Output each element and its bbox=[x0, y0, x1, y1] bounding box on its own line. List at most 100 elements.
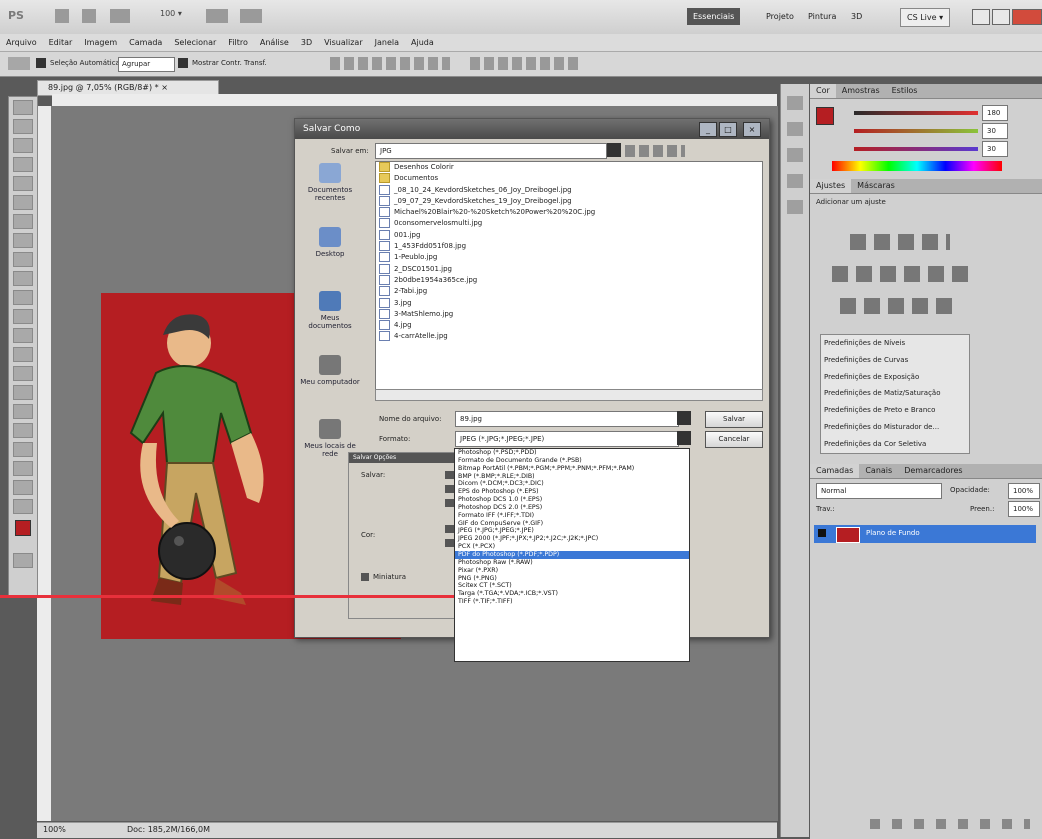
workspace-design[interactable]: Projeto bbox=[760, 8, 800, 25]
healing-brush-tool-icon[interactable] bbox=[13, 214, 33, 229]
cs-live-button[interactable]: CS Live ▾ bbox=[900, 8, 951, 27]
format-option[interactable]: Pixar (*.PXR) bbox=[455, 567, 689, 575]
filename-input[interactable]: 89.jpg bbox=[455, 411, 679, 427]
transform-controls-checkbox[interactable] bbox=[178, 58, 188, 68]
tab-paths[interactable]: Demarcadores bbox=[898, 464, 968, 478]
actions-panel-icon[interactable] bbox=[787, 122, 803, 136]
tab-layers[interactable]: Camadas bbox=[810, 464, 860, 478]
cancel-button[interactable]: Cancelar bbox=[705, 431, 763, 448]
restore-icon[interactable] bbox=[992, 9, 1010, 25]
shape-tool-icon[interactable] bbox=[13, 423, 33, 438]
adjustment-icons-row2[interactable] bbox=[832, 266, 972, 282]
blend-mode-dropdown[interactable]: Normal bbox=[816, 483, 942, 499]
hand-tool-icon[interactable] bbox=[13, 480, 33, 495]
save-in-dropdown[interactable]: JPG bbox=[375, 143, 607, 159]
close-app-icon[interactable] bbox=[1012, 9, 1042, 25]
thumbnail-checkbox[interactable] bbox=[361, 573, 369, 581]
file-row[interactable]: 1-Peublo.jpg bbox=[376, 252, 762, 263]
visibility-eye-icon[interactable] bbox=[818, 529, 826, 537]
file-row[interactable]: 3.jpg bbox=[376, 297, 762, 309]
format-option[interactable]: Photoshop DCS 2.0 (*.EPS) bbox=[455, 504, 689, 512]
clone-stamp-tool-icon[interactable] bbox=[13, 252, 33, 267]
history-panel-icon[interactable] bbox=[787, 96, 803, 110]
file-row[interactable]: 3-MatShlemo.jpg bbox=[376, 308, 762, 320]
layers-panel-footer-icons[interactable] bbox=[870, 819, 1030, 829]
crop-tool-icon[interactable] bbox=[13, 176, 33, 191]
workspace-3d[interactable]: 3D bbox=[845, 8, 868, 25]
screen-mode-icon[interactable] bbox=[240, 9, 262, 23]
minimize-icon[interactable] bbox=[972, 9, 990, 25]
file-row[interactable]: 2b0dbe1954a365ce.jpg bbox=[376, 274, 762, 286]
file-row[interactable]: 0consomervelosmulti.jpg bbox=[376, 218, 762, 229]
format-dropdown[interactable]: JPEG (*.JPG;*.JPEG;*.JPE) bbox=[455, 431, 679, 447]
eyedropper-tool-icon[interactable] bbox=[13, 195, 33, 210]
move-tool-icon[interactable] bbox=[13, 100, 33, 115]
opacity-field[interactable]: 100% bbox=[1008, 483, 1040, 499]
bridge-icon[interactable] bbox=[55, 9, 69, 23]
preset-item[interactable]: Predefinições do Misturador de... bbox=[821, 419, 969, 436]
dodge-tool-icon[interactable] bbox=[13, 347, 33, 362]
tab-channels[interactable]: Canais bbox=[859, 464, 898, 478]
distribute-buttons-icon[interactable] bbox=[470, 57, 580, 70]
format-option[interactable]: Photoshop (*.PSD;*.PDD) bbox=[455, 449, 689, 457]
format-option[interactable]: BMP (*.BMP;*.RLE;*.DIB) bbox=[455, 473, 689, 481]
adjustment-icons-row3[interactable] bbox=[840, 298, 960, 314]
file-row[interactable]: 2_DSC01501.jpg bbox=[376, 263, 762, 275]
place-desktop[interactable]: Desktop bbox=[299, 227, 361, 285]
pen-tool-icon[interactable] bbox=[13, 366, 33, 381]
file-row[interactable]: 4-carrAtelle.jpg bbox=[376, 331, 762, 342]
menu-filter[interactable]: Filtro bbox=[222, 34, 254, 51]
format-option[interactable]: PNG (*.PNG) bbox=[455, 575, 689, 583]
file-row[interactable]: 1_453Fdd051f08.jpg bbox=[376, 241, 762, 252]
file-row[interactable]: _08_10_24_KevdordSketches_06_Joy_Dreibog… bbox=[376, 184, 762, 196]
format-option[interactable]: EPS do Photoshop (*.EPS) bbox=[455, 488, 689, 496]
format-option[interactable]: Photoshop Raw (*.RAW) bbox=[455, 559, 689, 567]
file-row[interactable]: Documentos bbox=[376, 173, 762, 184]
save-button[interactable]: Salvar bbox=[705, 411, 763, 428]
menu-select[interactable]: Selecionar bbox=[168, 34, 222, 51]
path-select-tool-icon[interactable] bbox=[13, 404, 33, 419]
menu-edit[interactable]: Editar bbox=[43, 34, 79, 51]
dialog-maximize-icon[interactable]: □ bbox=[719, 122, 737, 137]
filename-dropdown-arrow-icon[interactable] bbox=[677, 411, 691, 425]
format-option[interactable]: PCX (*.PCX) bbox=[455, 543, 689, 551]
view-extras-icon[interactable] bbox=[110, 9, 130, 23]
preset-item[interactable]: Predefinições de Exposição bbox=[821, 369, 969, 386]
menu-view[interactable]: Visualizar bbox=[318, 34, 369, 51]
dropdown-arrow-icon[interactable] bbox=[607, 143, 621, 157]
menu-layer[interactable]: Camada bbox=[123, 34, 168, 51]
place-recent[interactable]: Documentos recentes bbox=[299, 163, 361, 221]
file-row[interactable]: _09_07_29_KevdordSketches_19_Joy_Dreibog… bbox=[376, 195, 762, 207]
preset-item[interactable]: Predefinições da Cor Seletiva bbox=[821, 436, 969, 453]
tab-masks[interactable]: Máscaras bbox=[851, 179, 901, 193]
format-option[interactable]: Formato IFF (*.IFF;*.TDI) bbox=[455, 512, 689, 520]
quick-select-tool-icon[interactable] bbox=[13, 157, 33, 172]
workspace-painting[interactable]: Pintura bbox=[802, 8, 842, 25]
zoom-field[interactable]: 100% bbox=[43, 825, 66, 834]
3d-orbit-tool-icon[interactable] bbox=[13, 461, 33, 476]
align-buttons-icon[interactable] bbox=[330, 57, 450, 70]
menu-analysis[interactable]: Análise bbox=[254, 34, 295, 51]
color-panel-fg-swatch[interactable] bbox=[816, 107, 834, 125]
menu-help[interactable]: Ajuda bbox=[405, 34, 440, 51]
zoom-tool-icon[interactable] bbox=[13, 499, 33, 514]
clone-source-panel-icon[interactable] bbox=[787, 174, 803, 188]
3d-rotate-tool-icon[interactable] bbox=[13, 442, 33, 457]
file-row[interactable]: 001.jpg bbox=[376, 229, 762, 241]
gradient-tool-icon[interactable] bbox=[13, 309, 33, 324]
auto-select-checkbox[interactable] bbox=[36, 58, 46, 68]
foreground-color-swatch[interactable] bbox=[15, 520, 31, 536]
format-option[interactable]: TIFF (*.TIF;*.TIFF) bbox=[455, 598, 689, 606]
auto-select-dropdown[interactable]: Agrupar bbox=[118, 57, 175, 72]
format-option[interactable]: JPEG 2000 (*.JPF;*.JPX;*.JP2;*.J2C;*.J2K… bbox=[455, 535, 689, 543]
blue-slider[interactable] bbox=[854, 147, 978, 151]
format-option[interactable]: JPEG (*.JPG;*.JPEG;*.JPE) bbox=[455, 527, 689, 535]
tab-styles[interactable]: Estilos bbox=[886, 84, 924, 98]
format-option[interactable]: GIF do CompuServe (*.GIF) bbox=[455, 520, 689, 528]
adjustment-icons-row1[interactable] bbox=[850, 234, 950, 250]
green-value[interactable]: 30 bbox=[982, 123, 1008, 139]
move-tool-preset-icon[interactable] bbox=[8, 57, 30, 70]
brush-tool-icon[interactable] bbox=[13, 233, 33, 248]
preset-item[interactable]: Predefinições de Níveis bbox=[821, 335, 969, 352]
character-panel-icon[interactable] bbox=[787, 200, 803, 214]
